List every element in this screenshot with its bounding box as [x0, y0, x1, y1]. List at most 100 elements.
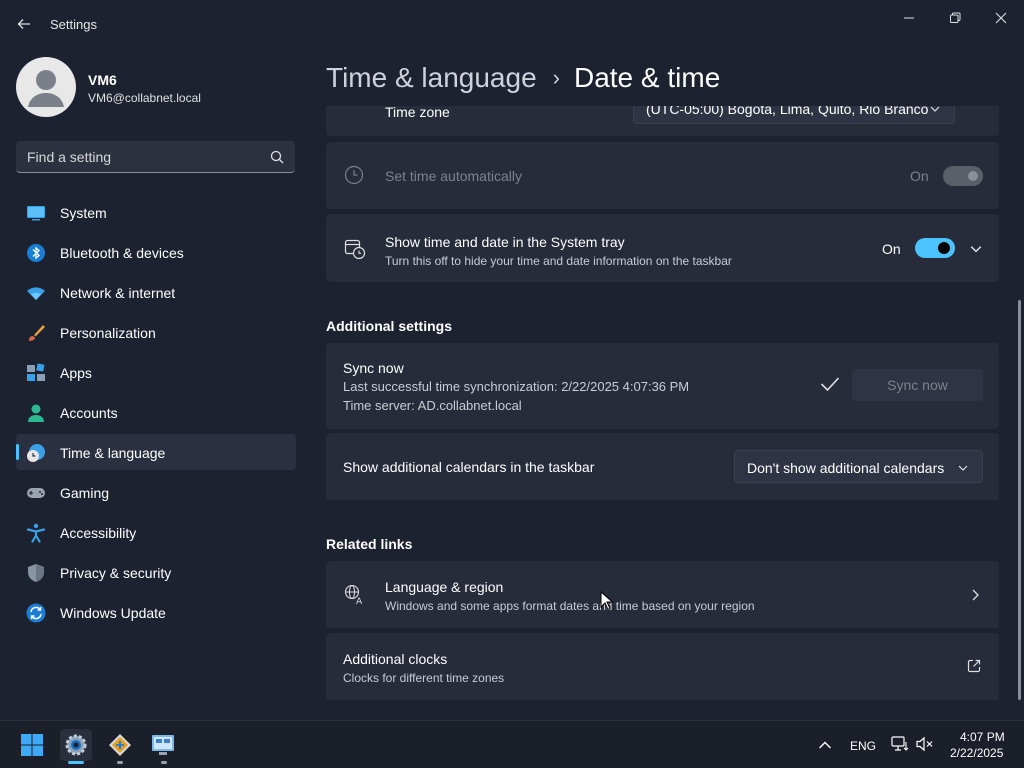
time-zone-dropdown[interactable]: (UTC-05:00) Bogota, Lima, Quito, Rio Bra… — [633, 106, 955, 124]
calendars-label: Show additional calendars in the taskbar — [343, 459, 595, 475]
minimize-button[interactable] — [886, 4, 932, 32]
show-tray-toggle[interactable] — [915, 238, 955, 258]
mouse-cursor-icon — [600, 591, 614, 611]
sidebar-item-gaming[interactable]: Gaming — [16, 474, 296, 510]
taskbar-clock-date[interactable]: 2/22/2025 — [950, 746, 1003, 760]
system-icon — [27, 206, 45, 221]
wifi-icon — [27, 287, 45, 300]
additional-settings-heading: Additional settings — [326, 318, 452, 334]
back-button[interactable] — [12, 12, 36, 36]
sync-label: Sync now — [343, 360, 404, 376]
open-external-icon — [967, 659, 981, 673]
accessibility-icon — [26, 523, 46, 543]
calendars-card: Show additional calendars in the taskbar… — [326, 433, 999, 500]
sidebar-item-label: Personalization — [60, 325, 156, 341]
sidebar-item-privacy[interactable]: Privacy & security — [16, 554, 296, 590]
avatar[interactable] — [16, 57, 76, 117]
sidebar-item-bluetooth[interactable]: Bluetooth & devices — [16, 234, 296, 270]
related-links-heading: Related links — [326, 536, 413, 552]
scrollbar[interactable] — [1018, 300, 1021, 700]
brush-icon — [29, 325, 45, 341]
taskbar-app-3[interactable] — [148, 729, 180, 764]
person-placeholder-icon — [28, 70, 64, 107]
additional-clocks-description: Clocks for different time zones — [343, 671, 505, 685]
volume-muted-icon[interactable] — [916, 736, 934, 752]
taskbar-app-2[interactable] — [104, 729, 136, 764]
show-tray-description: Turn this off to hide your time and date… — [385, 254, 732, 268]
sidebar-item-system[interactable]: System — [16, 194, 296, 230]
close-icon — [995, 12, 1007, 24]
taskbar: ENG — [0, 720, 1024, 768]
sidebar-item-time-language[interactable]: Time & language — [16, 434, 296, 470]
clock-globe-icon — [27, 444, 45, 462]
sidebar-item-label: System — [60, 205, 107, 221]
last-sync-text: Last successful time synchronization: 2/… — [343, 379, 690, 394]
shield-icon — [28, 564, 44, 582]
sidebar-item-label: Windows Update — [60, 605, 166, 621]
tools-app-icon — [109, 734, 131, 756]
calendars-value: Don't show additional calendars — [747, 460, 945, 476]
calendar-clock-icon — [344, 239, 366, 260]
breadcrumb-separator: › — [552, 65, 560, 90]
chevron-down-icon[interactable] — [970, 243, 982, 255]
sidebar-item-apps[interactable]: Apps — [16, 354, 296, 390]
show-tray-state: On — [882, 241, 901, 257]
settings-gear-icon — [65, 734, 87, 756]
windows-logo-icon — [21, 734, 43, 756]
time-server-text: Time server: AD.collabnet.local — [343, 398, 522, 413]
set-time-auto-card: Set time automatically On — [326, 142, 999, 209]
sidebar-item-label: Time & language — [60, 445, 166, 461]
start-button[interactable] — [16, 729, 48, 761]
set-time-auto-label: Set time automatically — [385, 168, 522, 184]
sidebar-item-label: Apps — [60, 365, 92, 381]
language-icon: A — [344, 584, 363, 606]
show-tray-card[interactable]: Show time and date in the System tray Tu… — [326, 214, 999, 282]
sync-now-button[interactable]: Sync now — [852, 369, 983, 401]
page-title: Date & time — [573, 62, 721, 93]
user-name: VM6 — [88, 72, 117, 88]
sidebar-item-windows-update[interactable]: Windows Update — [16, 594, 296, 630]
sidebar-item-label: Bluetooth & devices — [60, 245, 184, 261]
restore-button[interactable] — [932, 4, 978, 32]
sidebar-item-label: Accessibility — [60, 525, 137, 541]
title-bar: Settings — [0, 0, 1024, 48]
content-area: Time zone (UTC-05:00) Bogota, Lima, Quit… — [326, 106, 999, 720]
apps-icon — [27, 363, 45, 381]
calendars-dropdown[interactable]: Don't show additional calendars — [734, 450, 983, 483]
sync-card: Sync now Last successful time synchroniz… — [326, 343, 999, 429]
set-time-auto-toggle[interactable] — [943, 166, 983, 186]
close-button[interactable] — [978, 4, 1024, 32]
search-icon[interactable] — [269, 149, 285, 165]
language-region-link[interactable]: A Language & region Windows and some app… — [326, 561, 999, 628]
set-time-auto-state: On — [910, 168, 929, 184]
gamepad-icon — [27, 488, 45, 498]
chevron-down-icon — [958, 465, 968, 471]
sidebar-item-accessibility[interactable]: Accessibility — [16, 514, 296, 550]
additional-clocks-link[interactable]: Additional clocks Clocks for different t… — [326, 633, 999, 700]
sidebar-item-label: Privacy & security — [60, 565, 172, 581]
breadcrumb-parent[interactable]: Time & language — [326, 62, 537, 94]
chevron-right-icon — [972, 589, 979, 601]
sidebar-item-network[interactable]: Network & internet — [16, 274, 296, 310]
bluetooth-icon — [27, 244, 45, 262]
app-title: Settings — [50, 17, 97, 32]
network-icon[interactable] — [891, 736, 909, 752]
search-input[interactable]: Find a setting — [16, 141, 295, 173]
taskbar-settings-app[interactable] — [60, 729, 92, 764]
search-placeholder: Find a setting — [27, 149, 112, 165]
sidebar-item-personalization[interactable]: Personalization — [16, 314, 296, 350]
additional-clocks-label: Additional clocks — [343, 651, 448, 667]
person-icon — [28, 404, 44, 422]
breadcrumb: Time & language › Date & time — [326, 58, 720, 98]
back-arrow-icon — [17, 19, 30, 29]
taskbar-clock-time[interactable]: 4:07 PM — [960, 730, 1005, 744]
sidebar-item-label: Network & internet — [60, 285, 176, 301]
clock-icon — [344, 165, 364, 185]
sidebar-item-accounts[interactable]: Accounts — [16, 394, 296, 430]
input-language-indicator[interactable]: ENG — [850, 739, 876, 753]
show-tray-label: Show time and date in the System tray — [385, 234, 625, 250]
chevron-up-icon[interactable] — [818, 740, 832, 750]
sidebar-nav: System Bluetooth & devices Network & int… — [16, 194, 296, 634]
user-email: VM6@collabnet.local — [88, 91, 201, 105]
chevron-down-icon — [930, 106, 940, 112]
